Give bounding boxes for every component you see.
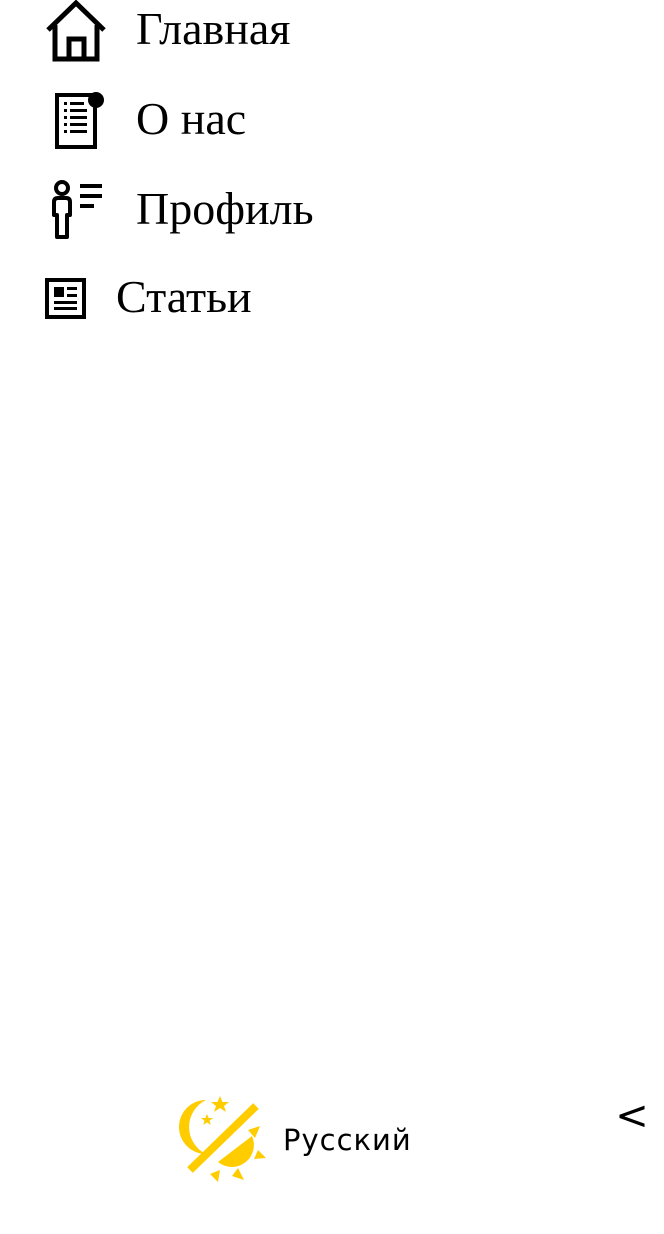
theme-toggle-button[interactable] (178, 1092, 268, 1184)
sidebar-item-label: Статьи (116, 271, 252, 322)
article-icon (45, 278, 86, 319)
sidebar-item-label: Главная (136, 3, 291, 54)
sidebar-item-profile[interactable]: Профиль (48, 178, 338, 242)
sidebar-item-home[interactable]: Главная (44, 0, 324, 64)
collapse-sidebar-button[interactable]: < (614, 1094, 650, 1138)
sidebar: Главная О нас Профиль Статьи Русский < (0, 0, 664, 1234)
profile-list-icon (52, 180, 102, 239)
sidebar-item-about[interactable]: О нас (54, 90, 274, 150)
sidebar-item-label: Профиль (136, 183, 314, 234)
document-notification-icon (55, 92, 104, 149)
theme-switcher-icon (179, 1096, 266, 1182)
language-selector[interactable]: Русский (283, 1126, 412, 1155)
sidebar-item-label: О нас (136, 93, 247, 144)
sidebar-item-articles[interactable]: Статьи (44, 270, 264, 322)
home-icon (46, 0, 106, 62)
